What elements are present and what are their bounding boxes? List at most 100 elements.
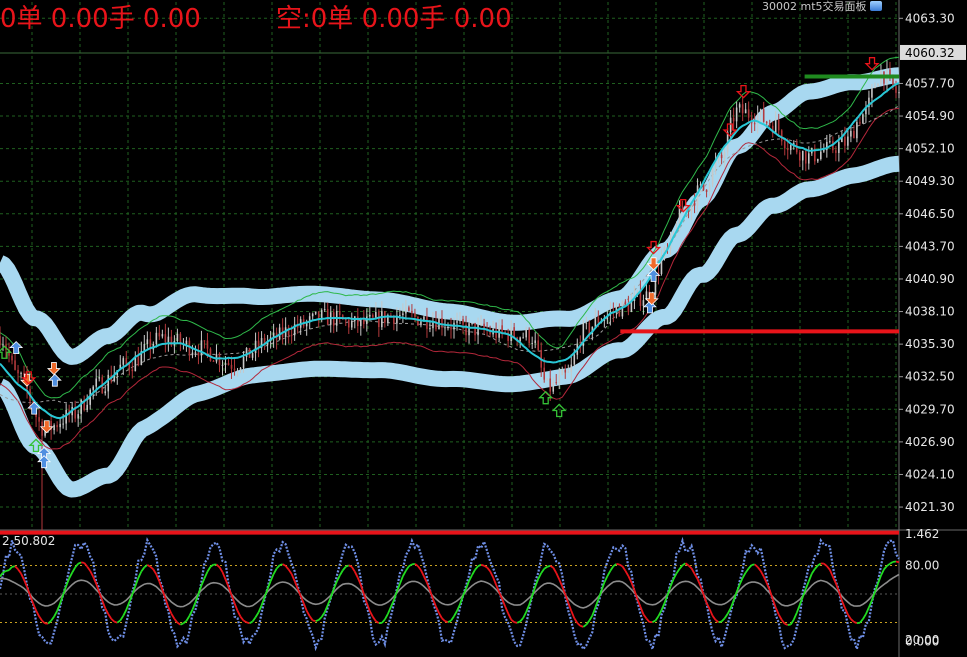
osc-fast-segment	[829, 569, 834, 578]
osc-fast-segment	[723, 613, 729, 619]
price-tick-label: 4057.70	[905, 76, 955, 90]
candle-body	[829, 141, 831, 143]
candle-body	[561, 369, 564, 375]
osc-fast-segment	[68, 572, 73, 579]
candle-body	[823, 150, 825, 152]
candle-body	[426, 316, 428, 329]
osc-fast-segment	[642, 613, 648, 620]
osc-fast-segment	[624, 570, 630, 577]
osc-fast-segment	[170, 613, 176, 620]
trade-panel-title[interactable]: 30002 mt5交易面板	[762, 0, 882, 14]
candle-body	[474, 323, 476, 336]
osc-tick-label: 80.00	[905, 559, 939, 573]
osc-fast-segment	[315, 619, 320, 622]
candle-body	[567, 371, 570, 373]
osc-fast-segment	[41, 620, 46, 625]
osc-fast-segment	[889, 561, 894, 565]
osc-fast-segment	[405, 565, 410, 572]
candle-body	[38, 417, 40, 422]
osc-fast-segment	[284, 565, 290, 571]
oscillator-value-label: 2 50.802	[2, 534, 56, 548]
candle-body	[200, 340, 203, 356]
candle-body	[338, 311, 341, 316]
osc-fast-segment	[221, 571, 227, 580]
osc-fast-segment	[618, 563, 623, 568]
osc-fast-segment	[420, 569, 425, 577]
osc-fast-segment	[305, 610, 311, 617]
candle-body	[161, 334, 164, 337]
osc-fast-segment	[444, 620, 449, 624]
osc-fast-segment	[254, 611, 260, 618]
sell-signal-arrow-icon	[46, 362, 61, 376]
osc-fast-segment	[645, 617, 651, 623]
price-tick-label: 4021.30	[905, 500, 955, 514]
osc-fast-segment	[203, 571, 209, 579]
candle-body	[197, 352, 200, 356]
candle-body	[732, 117, 735, 122]
osc-fast-segment	[759, 570, 765, 577]
candle-body	[194, 352, 197, 354]
osc-fast-segment	[573, 617, 579, 624]
candle-body	[14, 360, 16, 370]
osc-fast-segment	[513, 621, 518, 624]
candle-body	[212, 360, 215, 362]
candle-body	[80, 399, 82, 415]
osc-fast-segment	[558, 579, 564, 587]
osc-fast-segment	[552, 567, 558, 574]
candle-body	[525, 329, 527, 338]
osc-fast-segment	[675, 568, 681, 574]
osc-fast-segment	[122, 609, 128, 617]
osc-fast-segment	[609, 565, 615, 572]
osc-fast-segment	[718, 620, 722, 624]
candle-body	[594, 316, 597, 327]
candle-body	[17, 369, 19, 374]
candle-body	[783, 141, 786, 149]
candle-body	[155, 332, 158, 344]
osc-fast-segment	[441, 617, 446, 622]
long-position-summary: 0单 0.00手 0.00	[0, 4, 201, 34]
candle-body	[146, 339, 149, 345]
candle-body	[747, 109, 750, 118]
candle-body	[720, 154, 723, 159]
candle-body	[402, 313, 404, 316]
candle-body	[444, 327, 446, 329]
osc-fast-segment	[71, 566, 76, 574]
candle-body	[711, 167, 714, 185]
candle-body	[323, 309, 326, 311]
osc-fast-segment	[756, 566, 762, 572]
candle-body	[597, 316, 600, 323]
candle-body	[895, 86, 897, 93]
candle-body	[405, 307, 407, 314]
candle-body	[429, 328, 431, 330]
osc-fast-segment	[0, 571, 4, 578]
osc-fast-segment	[432, 598, 437, 607]
candle-body	[251, 353, 254, 358]
candle-body	[804, 150, 807, 164]
candle-body	[835, 150, 837, 153]
candle-body	[564, 369, 567, 373]
osc-fast-segment	[880, 568, 885, 576]
candle-body	[107, 374, 110, 392]
band-lower	[0, 155, 904, 498]
candle-body	[807, 153, 810, 164]
osc-fast-segment	[660, 602, 666, 611]
candle-body	[56, 425, 58, 428]
osc-fast-segment	[308, 615, 314, 621]
panel-icon[interactable]	[869, 1, 882, 11]
price-tick-label: 4040.90	[905, 272, 955, 286]
osc-fast-segment	[89, 570, 95, 578]
candle-body	[314, 311, 317, 314]
osc-fast-segment	[720, 617, 726, 623]
candle-body	[708, 184, 711, 192]
osc-fast-segment	[468, 574, 473, 582]
osc-fast-segment	[555, 572, 561, 580]
candle-body	[221, 364, 224, 366]
candle-body	[519, 337, 521, 342]
candle-body	[131, 369, 134, 372]
candle-body	[203, 340, 206, 342]
candle-body	[510, 327, 512, 341]
candle-body	[176, 333, 179, 341]
osc-fast-segment	[504, 605, 509, 614]
candle-body	[798, 152, 801, 161]
candle-body	[191, 352, 194, 356]
